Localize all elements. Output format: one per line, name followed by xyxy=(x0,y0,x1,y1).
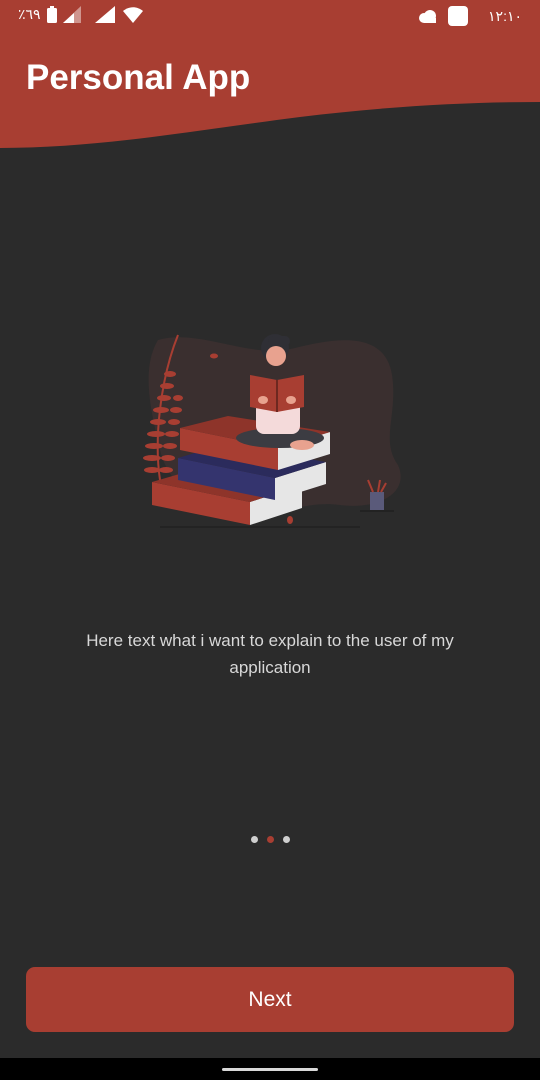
battery-percent: ٪٦٩ xyxy=(18,6,41,22)
onboarding-screen: ٪٦٩ ١٢:١٠ Personal App Here text what i … xyxy=(0,0,540,1080)
app-title: Personal App xyxy=(26,58,251,97)
status-time: ١٢:١٠ xyxy=(488,7,522,24)
cloud-icon xyxy=(419,9,437,23)
onboarding-description: Here text what i want to explain to the … xyxy=(86,631,454,677)
page-indicator-dot[interactable] xyxy=(282,836,290,843)
status-left-group: ٪٦٩ xyxy=(18,6,143,23)
signal-icon xyxy=(62,6,81,23)
status-right-group: ١٢:١٠ xyxy=(418,6,522,26)
notification-icon xyxy=(448,6,469,26)
next-button[interactable]: Next xyxy=(26,967,514,1032)
home-indicator[interactable] xyxy=(222,1068,318,1071)
page-indicator-dot-active[interactable] xyxy=(266,836,274,843)
signal-icon xyxy=(94,6,115,23)
battery-icon xyxy=(46,6,57,23)
page-indicator-dot[interactable] xyxy=(250,836,258,843)
page-indicator xyxy=(0,836,540,843)
system-navigation-bar xyxy=(0,1058,540,1080)
woman-reading-on-books-illustration xyxy=(143,334,401,528)
wifi-icon xyxy=(122,6,143,23)
status-bar: ٪٦٩ ١٢:١٠ xyxy=(0,0,540,34)
